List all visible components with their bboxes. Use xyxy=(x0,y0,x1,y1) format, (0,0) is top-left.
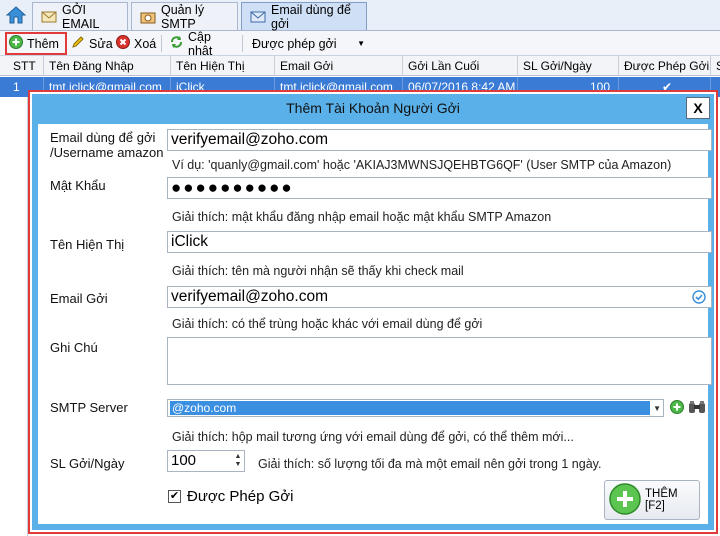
daily-limit-value: 100 xyxy=(171,452,197,469)
sender-email-input[interactable]: verifyemail@zoho.com xyxy=(167,286,712,308)
smtp-server-label: SMTP Server xyxy=(50,400,128,415)
smtp-server-combo[interactable]: @zoho.com ▼ xyxy=(167,399,664,417)
daily-limit-hint: Giải thích: số lượng tối đa mà một email… xyxy=(258,457,602,471)
add-icon xyxy=(609,482,641,518)
send-filter-dropdown[interactable]: Được phép gởi ▼ xyxy=(247,34,370,53)
checkbox-check-icon: ✔ xyxy=(168,490,181,503)
smtp-server-hint: Giải thích: hộp mail tương ứng với email… xyxy=(172,430,574,444)
add-sender-dialog: Thêm Tài Khoản Người Gởi X Email dùng để… xyxy=(28,90,718,534)
column-header[interactable]: Tên Hiện Thị xyxy=(171,56,275,76)
verified-check-icon xyxy=(692,290,706,307)
dropdown-arrow-icon: ▼ xyxy=(653,404,661,413)
toolbar-divider xyxy=(242,35,243,52)
grid-row-area xyxy=(0,97,28,536)
password-label: Mật Khẩu xyxy=(50,178,106,193)
note-label: Ghi Chú xyxy=(50,340,98,355)
column-header[interactable]: Gởi Lần Cuối xyxy=(403,56,518,76)
close-button[interactable]: X xyxy=(686,97,710,119)
username-input[interactable]: verifyemail@zoho.com xyxy=(167,129,712,151)
column-header[interactable]: Được Phép Gởi xyxy=(619,56,711,76)
binoculars-icon[interactable] xyxy=(688,400,706,417)
tab-label: Quản lý SMTP xyxy=(161,2,205,31)
display-name-input[interactable]: iClick xyxy=(167,231,712,253)
sender-email-label: Email Gởi xyxy=(50,291,108,306)
tab-send-email[interactable]: GỞI EMAIL xyxy=(32,2,128,31)
delete-button[interactable]: Xoá xyxy=(113,33,158,54)
sender-email-icon xyxy=(250,9,266,25)
display-name-hint: Giải thích: tên mà người nhận sẽ thấy kh… xyxy=(172,264,464,278)
update-button[interactable]: Cập nhật xyxy=(166,30,238,58)
refresh-icon xyxy=(169,35,184,52)
smtp-server-value: @zoho.com xyxy=(170,401,650,415)
allow-send-checkbox[interactable]: ✔ Được Phép Gởi xyxy=(168,488,293,505)
tab-label: Email dùng để gởi xyxy=(271,2,351,31)
add-smtp-icon[interactable] xyxy=(670,400,684,417)
dialog-frame: Thêm Tài Khoản Người Gởi X Email dùng để… xyxy=(32,94,714,530)
pencil-icon xyxy=(71,35,85,52)
grid-header: STT Tên Đăng Nhập Tên Hiện Thị Email Gởi… xyxy=(0,56,720,76)
column-header[interactable]: Email Gởi xyxy=(275,56,403,76)
add-account-button[interactable]: THÊM [F2] xyxy=(604,480,700,520)
display-name-label: Tên Hiện Thị xyxy=(50,237,125,252)
dialog-body: Email dùng để gởi /Username amazon verif… xyxy=(38,124,712,524)
username-label: Email dùng để gởi /Username amazon xyxy=(50,130,164,160)
add-button[interactable]: Thêm xyxy=(5,32,67,55)
column-header[interactable]: Tên Đăng Nhập xyxy=(44,56,171,76)
tab-smtp-management[interactable]: Quản lý SMTP xyxy=(131,2,238,31)
email-send-icon xyxy=(41,9,57,25)
password-input[interactable]: ●●●●●●●●●● xyxy=(167,177,712,199)
allow-send-label: Được Phép Gởi xyxy=(187,488,294,505)
spin-arrows-icon[interactable]: ▲ ▼ xyxy=(232,451,244,471)
add-account-button-label: THÊM [F2] xyxy=(645,488,678,512)
daily-limit-label: SL Gởi/Ngày xyxy=(50,456,125,471)
column-header[interactable]: STT xyxy=(8,56,44,76)
column-header[interactable]: S xyxy=(711,56,720,76)
smtp-server-icon xyxy=(140,9,156,25)
delete-icon xyxy=(116,35,130,52)
column-header[interactable]: SL Gởi/Ngày xyxy=(518,56,619,76)
dialog-title: Thêm Tài Khoản Người Gởi xyxy=(286,100,460,116)
username-hint: Ví dụ: 'quanly@gmail.com' hoặc 'AKIAJ3MW… xyxy=(172,158,672,172)
tab-label: GỞI EMAIL xyxy=(62,2,100,31)
sender-email-hint: Giải thích: có thể trùng hoặc khác với e… xyxy=(172,317,483,331)
toolbar-divider xyxy=(161,35,162,52)
password-hint: Giải thích: mật khẩu đăng nhập email hoặ… xyxy=(172,210,552,224)
edit-button[interactable]: Sửa xyxy=(68,33,113,54)
dropdown-arrow-icon: ▼ xyxy=(357,39,365,48)
sender-email-value: verifyemail@zoho.com xyxy=(171,288,329,305)
add-icon xyxy=(9,35,23,52)
home-icon[interactable] xyxy=(4,4,28,26)
note-textarea[interactable] xyxy=(167,337,712,385)
daily-limit-stepper[interactable]: 100 ▲ ▼ xyxy=(167,450,245,472)
tab-sender-email[interactable]: Email dùng để gởi xyxy=(241,2,367,31)
main-tab-bar: GỞI EMAIL Quản lý SMTP Email dùng để gởi xyxy=(0,0,720,31)
toolbar: Thêm Sửa Xoá Cập nhật Được phép gởi ▼ xyxy=(0,30,720,58)
